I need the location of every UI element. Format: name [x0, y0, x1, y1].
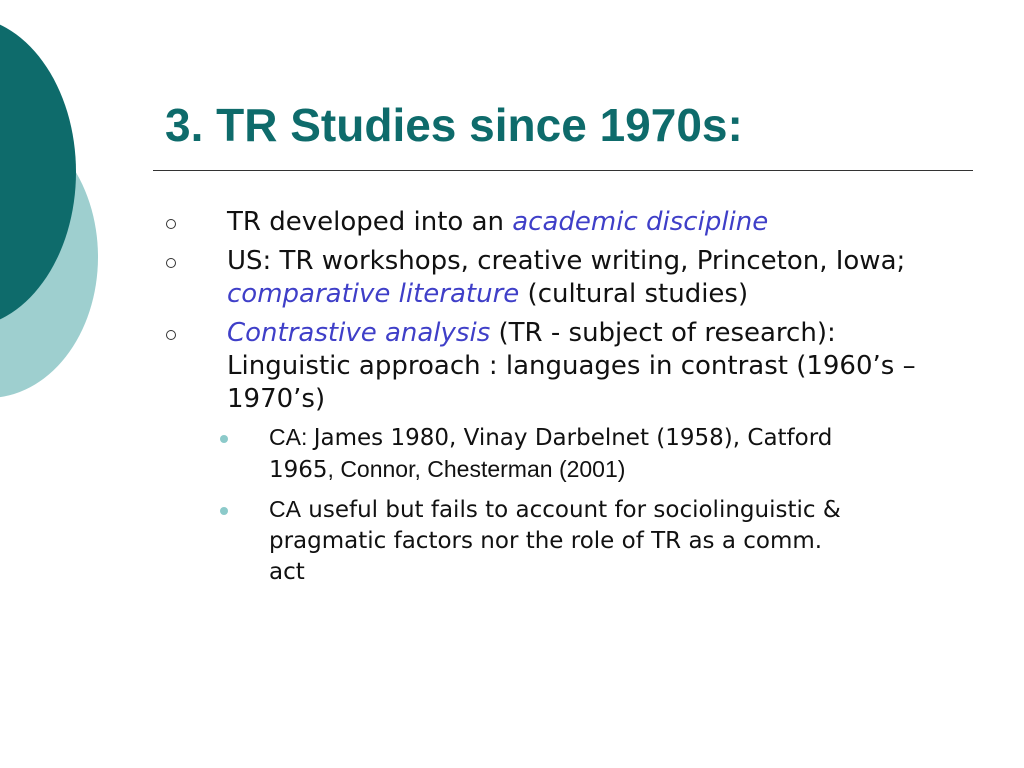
bullet-text: TR developed into an — [227, 207, 513, 237]
slide-body: TR developed into an academic discipline… — [160, 206, 980, 596]
sub-bullet-item: CA useful but fails to account for socio… — [160, 494, 849, 588]
bullet-text: US: TR workshops, creative writing, Prin… — [227, 246, 906, 276]
slide: 3. TR Studies since 1970s: TR developed … — [0, 0, 1024, 768]
sub-bullet-text: useful but fails to account for sociolin… — [269, 497, 841, 585]
bullet-emphasis: Contrastive analysis — [227, 318, 491, 348]
sub-bullet-text: , Connor, Chesterman (2001) — [327, 456, 626, 482]
slide-title: 3. TR Studies since 1970s: — [165, 99, 743, 151]
bullet-item: US: TR workshops, creative writing, Prin… — [160, 245, 947, 311]
bullet-item: Contrastive analysis (TR - subject of re… — [160, 317, 947, 416]
sub-bullet-text: CA — [269, 496, 301, 522]
hollow-circle-bullet-icon — [166, 330, 176, 340]
bullet-item: TR developed into an academic discipline — [160, 206, 947, 239]
bullet-emphasis: comparative literature — [227, 279, 520, 309]
sub-bullet-text: CA — [269, 424, 301, 450]
dot-bullet-icon — [220, 507, 228, 515]
title-divider — [153, 170, 973, 171]
sub-bullet-item: CA: James 1980, Vinay Darbelnet (1958), … — [160, 422, 849, 486]
dot-bullet-icon — [220, 435, 228, 443]
bullet-text: (cultural studies) — [519, 279, 749, 309]
hollow-circle-bullet-icon — [166, 258, 176, 268]
hollow-circle-bullet-icon — [166, 219, 176, 229]
bullet-emphasis: academic discipline — [512, 207, 769, 237]
sub-bullet-text: : — [300, 424, 314, 450]
